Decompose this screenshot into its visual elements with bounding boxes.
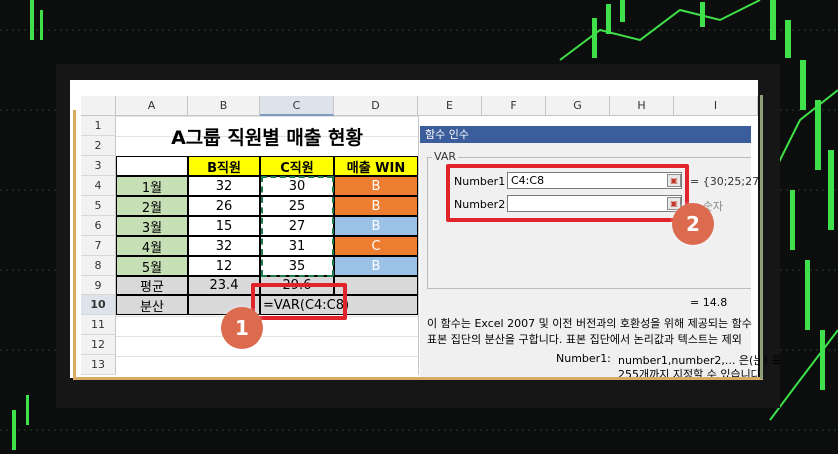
average-b-value[interactable]: 23.4 xyxy=(188,276,260,295)
selection-marquee-left xyxy=(261,176,263,276)
formula-result: = 14.8 xyxy=(690,296,728,309)
dialog-title[interactable]: 함수 인수 xyxy=(420,126,751,143)
function-description: 이 함수는 Excel 2007 및 이전 버전과의 호환성을 위해 제공되는 … xyxy=(427,317,752,330)
win-cell[interactable]: B xyxy=(334,216,418,236)
header-sales-win[interactable]: 매출 WIN xyxy=(334,156,418,176)
row-header-10[interactable]: 10 xyxy=(81,295,116,315)
column-header-i[interactable]: I xyxy=(674,96,758,116)
month-cell[interactable]: 4월 xyxy=(116,236,188,256)
row-header-3[interactable]: 3 xyxy=(81,156,116,176)
row-header-12[interactable]: 12 xyxy=(81,335,116,355)
callout-badge-1: 1 xyxy=(221,307,263,349)
row-header-13[interactable]: 13 xyxy=(81,355,116,375)
cell-a3[interactable] xyxy=(116,156,188,176)
c-value-cell[interactable]: 25 xyxy=(260,196,334,216)
callout-badge-2: 2 xyxy=(672,203,714,245)
frame-accent-right xyxy=(760,95,763,379)
argument-help-label: Number1: xyxy=(556,352,611,365)
row-header-2[interactable]: 2 xyxy=(81,136,116,156)
column-header-b[interactable]: B xyxy=(188,96,260,116)
b-value-cell[interactable]: 26 xyxy=(188,196,260,216)
function-description-2: 표본 집단의 분산을 구합니다. 표본 집단에서 논리값과 텍스트는 제외 xyxy=(427,333,742,346)
column-header-f[interactable]: F xyxy=(482,96,546,116)
win-cell[interactable]: B xyxy=(334,176,418,196)
month-cell[interactable]: 3월 xyxy=(116,216,188,236)
win-cell[interactable]: B xyxy=(334,256,418,276)
row-header-4[interactable]: 4 xyxy=(81,176,116,196)
header-c-employee[interactable]: C직원 xyxy=(260,156,334,176)
variance-label[interactable]: 분산 xyxy=(116,295,188,315)
sheet-title[interactable]: A그룹 직원별 매출 현황 xyxy=(116,116,418,156)
row-header-7[interactable]: 7 xyxy=(81,236,116,256)
frame-accent-left xyxy=(73,110,76,380)
function-name: VAR xyxy=(432,150,458,163)
row-header-6[interactable]: 6 xyxy=(81,216,116,236)
header-b-employee[interactable]: B직원 xyxy=(188,156,260,176)
c-value-cell[interactable]: 35 xyxy=(260,256,334,276)
formula-highlight-box xyxy=(251,283,347,320)
row-header-11[interactable]: 11 xyxy=(81,315,116,335)
c-value-cell[interactable]: 30 xyxy=(260,176,334,196)
selection-marquee-right xyxy=(332,176,334,276)
row-header-1[interactable]: 1 xyxy=(81,116,116,136)
month-cell[interactable]: 1월 xyxy=(116,176,188,196)
month-cell[interactable]: 5월 xyxy=(116,256,188,276)
number1-preview: = {30;25;27 xyxy=(690,175,760,188)
row-header-8[interactable]: 8 xyxy=(81,256,116,276)
arguments-highlight-box xyxy=(446,164,689,222)
column-header-h[interactable]: H xyxy=(610,96,674,116)
b-value-cell[interactable]: 32 xyxy=(188,176,260,196)
selection-marquee-bottom xyxy=(261,275,333,277)
frame-accent-bottom xyxy=(73,377,763,380)
b-value-cell[interactable]: 32 xyxy=(188,236,260,256)
average-label[interactable]: 평균 xyxy=(116,276,188,295)
b-value-cell[interactable]: 15 xyxy=(188,216,260,236)
row-header-9[interactable]: 9 xyxy=(81,276,116,295)
row-header-5[interactable]: 5 xyxy=(81,196,116,216)
column-divider xyxy=(418,116,419,375)
win-cell[interactable]: C xyxy=(334,236,418,256)
c-value-cell[interactable]: 31 xyxy=(260,236,334,256)
month-cell[interactable]: 2월 xyxy=(116,196,188,216)
win-cell[interactable]: B xyxy=(334,196,418,216)
selection-marquee-top xyxy=(261,176,333,178)
column-header-d[interactable]: D xyxy=(334,96,418,116)
c-value-cell[interactable]: 27 xyxy=(260,216,334,236)
b-value-cell[interactable]: 12 xyxy=(188,256,260,276)
select-all-corner[interactable] xyxy=(81,96,116,116)
column-header-g[interactable]: G xyxy=(546,96,610,116)
column-header-e[interactable]: E xyxy=(418,96,482,116)
column-header-c[interactable]: C xyxy=(260,96,334,116)
column-header-a[interactable]: A xyxy=(116,96,188,116)
